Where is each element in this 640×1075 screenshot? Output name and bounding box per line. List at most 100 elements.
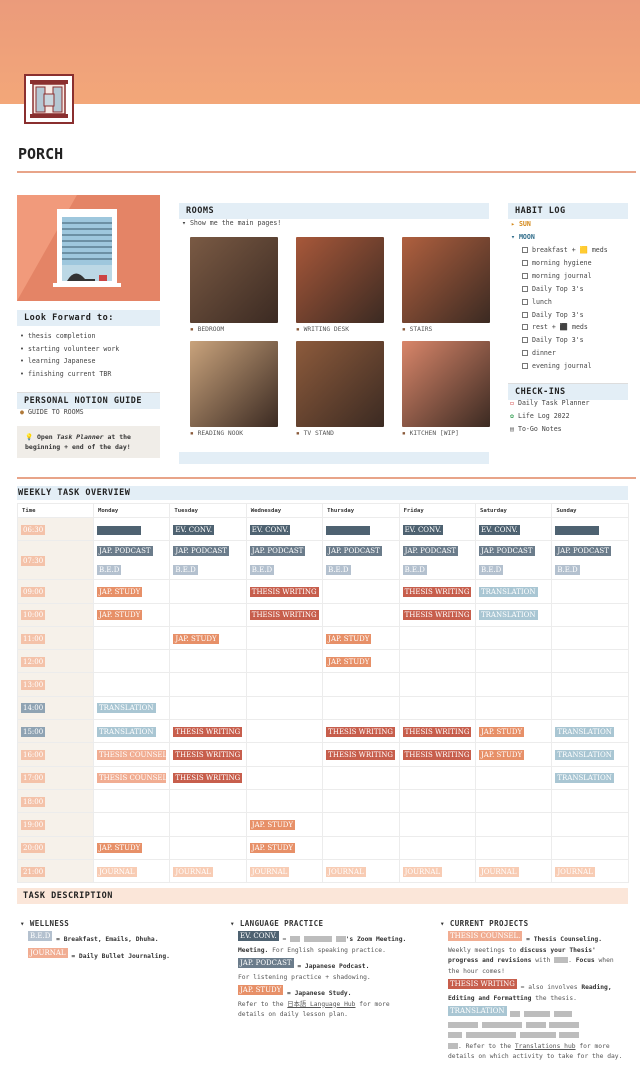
task-cell[interactable]: JAP. STUDY [322,625,400,651]
task-cell[interactable] [169,695,247,721]
habit-checkbox-item[interactable]: rest + ⬛ meds [522,321,608,334]
habit-checkbox-item[interactable]: morning journal [522,270,608,283]
checkbox-icon[interactable] [522,298,528,305]
room-card[interactable]: ▪ BEDROOM [190,237,278,333]
task-cell[interactable]: JAP. STUDY [474,742,553,767]
task-cell[interactable] [245,672,324,697]
task-cell[interactable] [474,788,553,814]
task-cell[interactable]: THESIS WRITING [245,602,324,627]
task-cell[interactable]: JAP. STUDY [474,719,553,744]
task-cell[interactable] [322,788,400,814]
task-cell[interactable]: JAP. PODCAST B.E.D [245,540,324,581]
task-cell[interactable]: JAP. PODCAST B.E.D [551,540,629,581]
task-cell[interactable] [322,812,400,837]
task-cell[interactable] [551,579,629,604]
task-cell[interactable] [322,602,400,627]
task-cell[interactable] [551,788,629,814]
task-cell[interactable] [551,812,629,837]
task-cell[interactable] [551,672,629,697]
task-cell[interactable] [474,672,553,697]
task-cell[interactable] [169,672,247,697]
task-cell[interactable]: THESIS WRITING [169,742,247,767]
task-cell[interactable]: THESIS WRITING [398,742,476,767]
translations-hub-link[interactable]: Translations hub [515,1043,576,1050]
task-cell[interactable] [92,788,171,814]
task-cell[interactable]: TRANSLATION [92,719,171,744]
task-cell[interactable] [245,742,324,767]
task-cell[interactable] [322,579,400,604]
task-cell[interactable] [474,695,553,721]
task-cell[interactable]: THESIS WRITING [169,719,247,744]
habit-checkbox-item[interactable]: lunch [522,296,608,309]
task-cell[interactable]: JAP. STUDY [92,602,171,627]
task-cell[interactable]: JAP. PODCAST B.E.D [474,540,553,581]
task-cell[interactable] [474,812,553,837]
task-cell[interactable]: THESIS WRITING [398,602,476,627]
task-cell[interactable]: JAP. STUDY [92,579,171,604]
task-cell[interactable] [169,835,247,860]
task-cell[interactable] [245,695,324,721]
task-cell[interactable]: TRANSLATION [92,695,171,721]
room-card[interactable]: ▪ READING NOOK [190,341,278,437]
task-cell[interactable]: JOURNAL [322,858,400,884]
task-cell[interactable] [398,695,476,721]
habit-checkbox-item[interactable]: breakfast + 🟨 meds [522,244,608,257]
task-cell[interactable]: JAP. PODCAST B.E.D [322,540,400,581]
task-cell[interactable]: JOURNAL [474,858,553,884]
task-cell[interactable]: THESIS WRITING [169,765,247,790]
task-cell[interactable]: JOURNAL [169,858,247,884]
task-cell[interactable] [474,765,553,790]
task-cell[interactable]: THESIS WRITING [245,579,324,604]
checkbox-icon[interactable] [522,272,528,279]
task-cell[interactable] [551,625,629,651]
task-cell[interactable] [474,649,553,674]
checkbox-icon[interactable] [522,337,528,344]
task-cell[interactable] [322,672,400,697]
task-cell[interactable]: JOURNAL [245,858,324,884]
room-card[interactable]: ▪ TV STAND [296,341,384,437]
checkbox-icon[interactable] [522,350,528,357]
task-cell[interactable]: TRANSLATION [551,742,629,767]
task-cell[interactable]: THESIS WRITING [398,719,476,744]
task-cell[interactable] [474,625,553,651]
habit-checkbox-item[interactable]: morning hygiene [522,257,608,270]
task-cell[interactable]: THESIS WRITING [322,719,400,744]
task-cell[interactable]: JAP. PODCAST B.E.D [169,540,247,581]
task-cell[interactable]: EV. CONV. [169,516,247,542]
task-cell[interactable] [92,516,171,542]
checkbox-icon[interactable] [522,247,528,253]
task-cell[interactable] [245,649,324,674]
task-cell[interactable]: THESIS WRITING [398,579,476,604]
checkbox-icon[interactable] [522,311,528,318]
sun-toggle[interactable]: ▸ SUN [511,220,531,228]
task-cell[interactable] [398,788,476,814]
task-cell[interactable]: THESIS WRITING [322,742,400,767]
task-cell[interactable]: EV. CONV. [474,516,553,542]
task-cell[interactable]: JAP. STUDY [322,649,400,674]
moon-toggle[interactable]: ▾ MOON [511,233,535,241]
task-cell[interactable]: JOURNAL [398,858,476,884]
checkbox-icon[interactable] [522,259,528,266]
task-cell[interactable] [245,625,324,651]
checkbox-icon[interactable] [522,363,528,370]
task-cell[interactable] [551,602,629,627]
task-cell[interactable]: JAP. STUDY [245,835,324,860]
task-cell[interactable]: JAP. PODCAST B.E.D [92,540,171,581]
room-card[interactable]: ▪ STAIRS [402,237,490,333]
task-cell[interactable] [169,602,247,627]
language-hub-link[interactable]: 日本語 Language Hub [287,1001,355,1008]
task-cell[interactable] [322,695,400,721]
task-cell[interactable] [245,719,324,744]
task-cell[interactable] [398,672,476,697]
room-card[interactable]: ▪ KITCHEN [WIP] [402,341,490,437]
room-card[interactable]: ▪ WRITING DESK [296,237,384,333]
task-cell[interactable] [322,516,400,542]
task-cell[interactable] [398,835,476,860]
task-cell[interactable] [169,788,247,814]
task-cell[interactable]: TRANSLATION [474,602,553,627]
task-cell[interactable] [398,625,476,651]
task-cell[interactable]: TRANSLATION [551,719,629,744]
rooms-toggle[interactable]: ▾ Show me the main pages! [182,219,281,227]
task-cell[interactable] [92,649,171,674]
checkbox-icon[interactable] [522,285,528,292]
